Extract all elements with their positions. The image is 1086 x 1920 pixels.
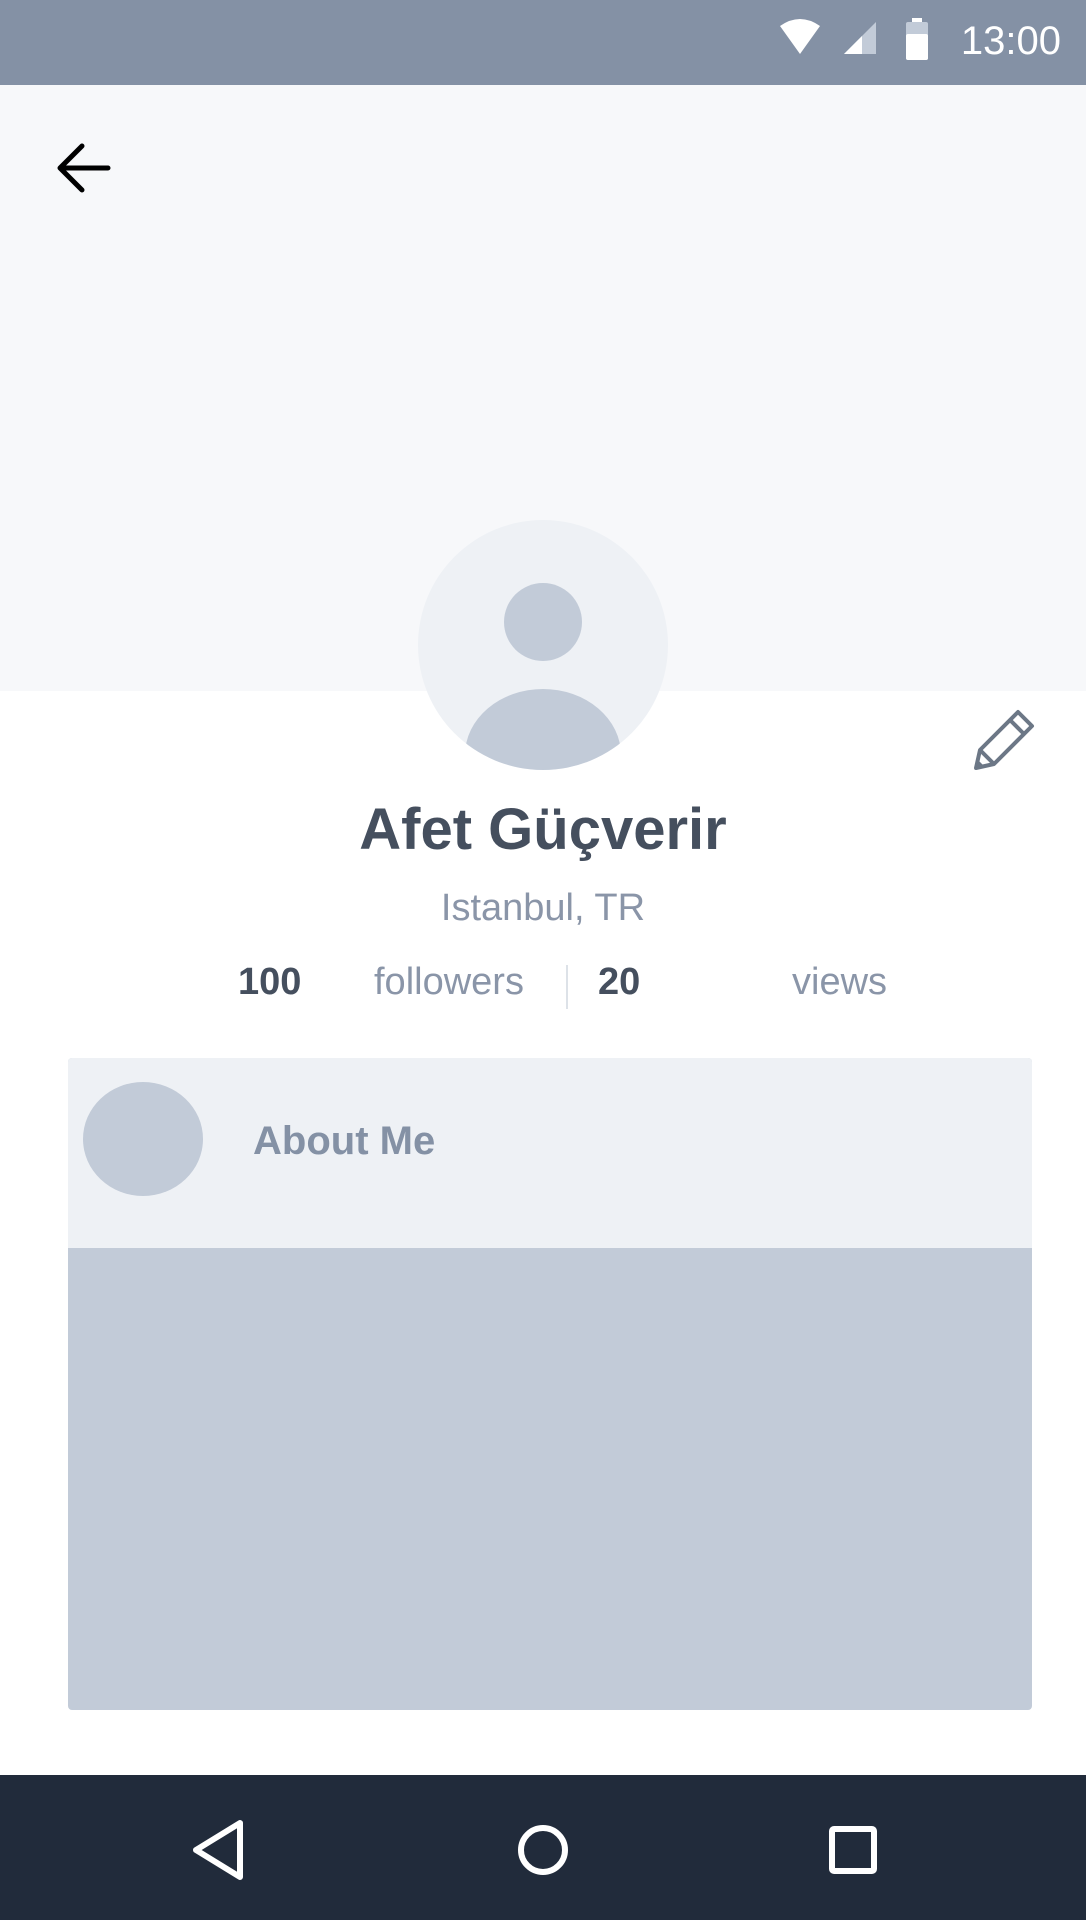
about-title: About Me xyxy=(253,1119,436,1163)
system-nav-bar xyxy=(0,1775,1086,1920)
status-bar: 13:00 xyxy=(0,0,1086,85)
stats-divider xyxy=(566,965,568,1009)
about-content-placeholder xyxy=(68,1248,1032,1710)
back-triangle-icon xyxy=(193,1820,243,1880)
user-placeholder-icon xyxy=(465,583,621,770)
home-circle-icon xyxy=(518,1825,568,1875)
pencil-icon xyxy=(974,710,1034,770)
profile-location: Istanbul, TR xyxy=(440,887,646,929)
status-time: 13:00 xyxy=(960,19,1061,63)
recents-square-icon xyxy=(829,1826,877,1874)
signal-icon xyxy=(844,22,876,54)
arrow-left-icon xyxy=(57,143,111,193)
wifi-icon xyxy=(780,19,820,54)
nav-home-button[interactable] xyxy=(498,1805,588,1895)
about-card-header: About Me xyxy=(68,1058,1032,1248)
views-label[interactable]: views xyxy=(792,958,887,1006)
followers-count: 100 xyxy=(238,961,302,1003)
views-count: 20 xyxy=(598,961,641,1003)
profile-name: Afet Güçverir xyxy=(359,797,727,862)
profile-avatar[interactable] xyxy=(418,520,668,770)
back-button[interactable] xyxy=(52,136,116,200)
about-avatar-placeholder xyxy=(83,1082,203,1196)
nav-recents-button[interactable] xyxy=(808,1805,898,1895)
battery-icon xyxy=(906,18,928,60)
edit-profile-button[interactable] xyxy=(968,704,1040,776)
about-card: About Me xyxy=(68,1058,1032,1710)
followers-label[interactable]: followers xyxy=(374,958,524,1006)
nav-back-button[interactable] xyxy=(174,1805,264,1895)
